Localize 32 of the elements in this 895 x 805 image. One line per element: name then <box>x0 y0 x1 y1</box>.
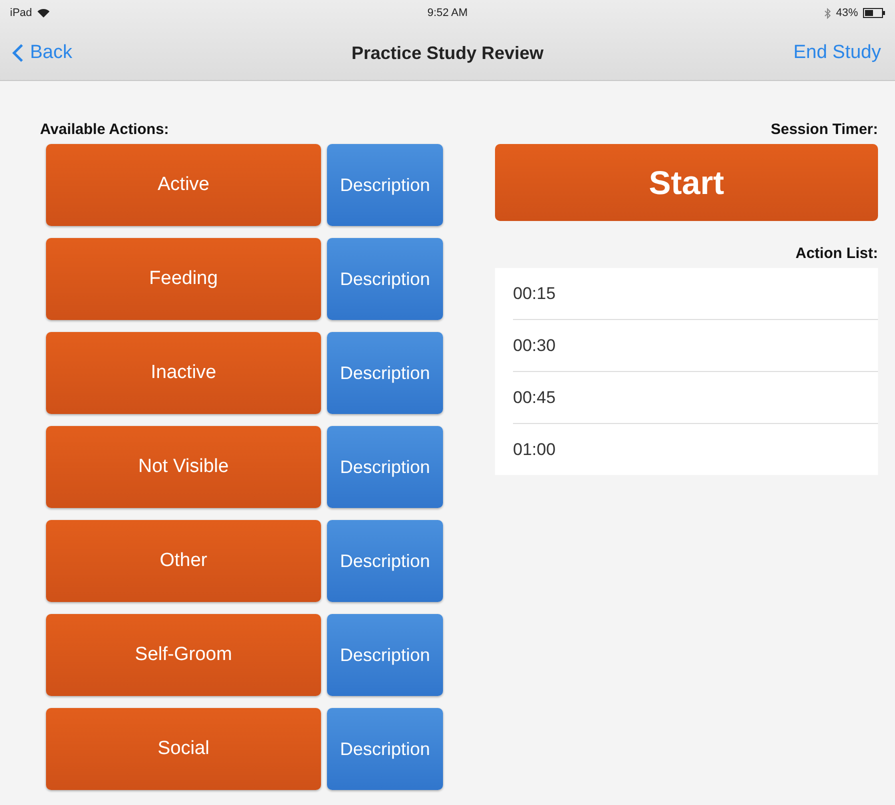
chevron-left-icon <box>12 43 24 63</box>
action-button[interactable]: Not Visible <box>46 426 321 508</box>
section-heading: Session Timer: <box>770 121 878 138</box>
list-item[interactable]: 00:45 <box>513 372 878 424</box>
list-item[interactable]: 01:00 <box>513 424 878 475</box>
action-button[interactable]: Self-Groom <box>46 614 321 696</box>
list-item[interactable]: 00:30 <box>513 320 878 372</box>
description-button[interactable]: Description <box>327 332 443 414</box>
description-button[interactable]: Description <box>327 520 443 602</box>
description-button[interactable]: Description <box>327 426 443 508</box>
section-heading: Action List: <box>794 245 878 262</box>
screen-title: Practice Study Review <box>351 42 544 64</box>
action-button[interactable]: Inactive <box>46 332 321 414</box>
battery-icon <box>863 8 886 18</box>
action-button[interactable]: Feeding <box>46 238 321 320</box>
device-name: iPad <box>10 7 32 19</box>
action-button[interactable]: Active <box>46 144 321 226</box>
description-button[interactable]: Description <box>327 708 443 790</box>
description-button[interactable]: Description <box>327 238 443 320</box>
battery-percent: 43% <box>836 7 858 19</box>
list-item[interactable]: 00:15 <box>513 268 878 320</box>
action-button[interactable]: Social <box>46 708 321 790</box>
description-button[interactable]: Description <box>327 144 443 226</box>
back-button[interactable]: Back <box>12 42 72 64</box>
end-study-button[interactable]: End Study <box>791 42 883 64</box>
start-button[interactable]: Start <box>495 144 878 221</box>
wifi-icon <box>37 8 50 18</box>
bluetooth-icon <box>824 8 831 18</box>
description-button[interactable]: Description <box>327 614 443 696</box>
section-heading: Available Actions: <box>40 121 170 138</box>
action-button[interactable]: Other <box>46 520 321 602</box>
status-time: 9:52 AM <box>427 7 468 19</box>
